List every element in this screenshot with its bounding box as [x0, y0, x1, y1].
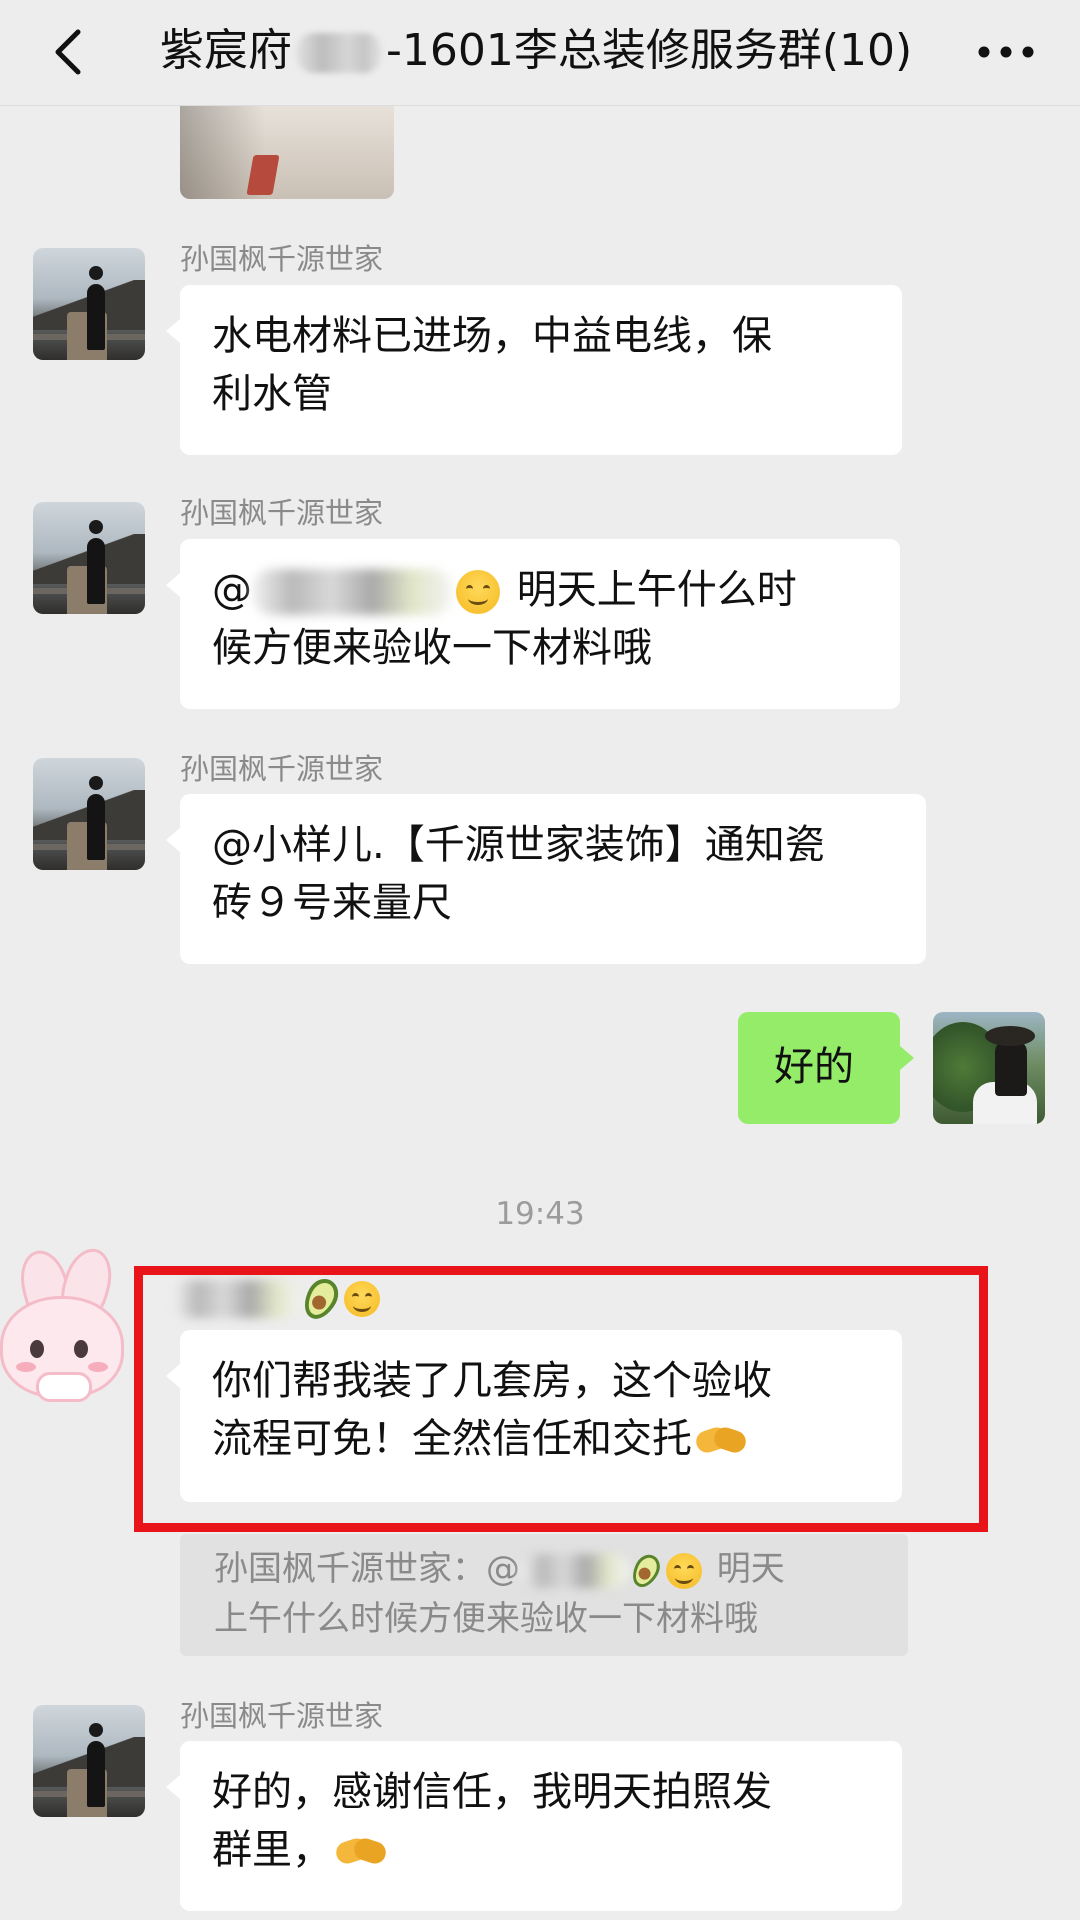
- chat-title: 紫宸府 -1601李总装修服务群(10): [160, 18, 920, 84]
- bunny-eye: [74, 1340, 88, 1358]
- message-bubble[interactable]: 你们帮我装了几套房，这个验收 流程可免！全然信任和交托: [166, 1330, 902, 1502]
- avocado-emoji-icon: [627, 1549, 665, 1592]
- quote-line: 上午什么时候方便来验收一下材料哦: [214, 1599, 758, 1639]
- avatar-person: [87, 794, 105, 860]
- redacted-blur: [520, 1553, 630, 1588]
- avatar[interactable]: [33, 758, 145, 870]
- bunny-eye: [30, 1340, 44, 1358]
- smile-emoji-icon: [456, 570, 500, 614]
- sender-name: 孙国枫千源世家: [180, 242, 384, 276]
- image-shadow: [180, 95, 394, 199]
- quote-line: 孙国枫千源世家：@ 明天: [214, 1544, 884, 1594]
- message-text: 流程可免！全然信任和交托: [212, 1416, 692, 1462]
- handshake-emoji-icon: [693, 1423, 749, 1459]
- smile-emoji-icon: [344, 1281, 380, 1317]
- message-line: @ 明天上午什么时: [212, 561, 870, 619]
- sender-name: 孙国枫千源世家: [180, 752, 384, 786]
- message-bubble[interactable]: 水电材料已进场，中益电线，保 利水管: [166, 285, 902, 455]
- chat-header: 紫宸府 -1601李总装修服务群(10): [0, 0, 1080, 106]
- quote-text: 孙国枫千源世家：@: [214, 1549, 520, 1589]
- bunny-cheek: [88, 1362, 108, 1372]
- message-line: @小样儿.【千源世家装饰】通知瓷: [212, 822, 825, 868]
- message-bubble[interactable]: @小样儿.【千源世家装饰】通知瓷 砖９号来量尺: [166, 794, 926, 964]
- message-line: 你们帮我装了几套房，这个验收: [212, 1358, 772, 1404]
- message-bubble[interactable]: @ 明天上午什么时 候方便来验收一下材料哦: [166, 539, 900, 709]
- avatar-head: [89, 266, 103, 280]
- avatar-person: [87, 284, 105, 350]
- image-message[interactable]: [180, 95, 394, 199]
- message-text: 群里，: [212, 1827, 332, 1873]
- avatar-person: [87, 1741, 105, 1807]
- redacted-blur: [296, 33, 382, 73]
- message-line: 流程可免！全然信任和交托: [212, 1410, 872, 1468]
- chat-title-suffix: -1601李总装修服务群(10): [386, 25, 913, 76]
- message-line: 好的，感谢信任，我明天拍照发: [212, 1769, 772, 1815]
- avatar[interactable]: [0, 1243, 124, 1402]
- more-horizontal-icon[interactable]: [970, 28, 1042, 76]
- redacted-blur: [172, 1280, 302, 1318]
- bunny-cheek: [16, 1362, 36, 1372]
- avatar-hat: [985, 1026, 1035, 1046]
- quoted-message[interactable]: 孙国枫千源世家：@ 明天 上午什么时候方便来验收一下材料哦: [180, 1534, 908, 1656]
- sender-name: [172, 1273, 384, 1325]
- sender-name: 孙国枫千源世家: [180, 1699, 384, 1733]
- timestamp: 19:43: [495, 1196, 585, 1232]
- avatar[interactable]: [33, 248, 145, 360]
- chevron-left-icon[interactable]: [44, 24, 100, 80]
- avatar[interactable]: [33, 502, 145, 614]
- message-line: 群里，: [212, 1821, 872, 1879]
- message-line: 好的: [774, 1044, 854, 1090]
- sender-name: 孙国枫千源世家: [180, 496, 384, 530]
- avatar-head: [89, 1723, 103, 1737]
- avatar-hair: [995, 1040, 1027, 1096]
- redacted-blur: [252, 569, 452, 615]
- smile-emoji-icon: [666, 1552, 702, 1589]
- message-line: 候方便来验收一下材料哦: [212, 625, 652, 671]
- bunny-paw: [36, 1372, 92, 1402]
- avatar-person: [87, 538, 105, 604]
- handshake-emoji-icon: [333, 1834, 389, 1870]
- avatar-head: [89, 520, 103, 534]
- quote-text: 明天: [706, 1549, 785, 1589]
- avatar[interactable]: [33, 1705, 145, 1817]
- self-message-bubble[interactable]: 好的: [738, 1012, 914, 1124]
- self-avatar[interactable]: [933, 1012, 1045, 1124]
- chat-screen: 紫宸府 -1601李总装修服务群(10) 孙国枫千源世家 水电材料已进场，中益电线…: [0, 0, 1080, 1920]
- message-line: 利水管: [212, 371, 332, 417]
- mention-at: @: [212, 567, 252, 613]
- chat-title-prefix: 紫宸府: [160, 25, 292, 76]
- message-bubble[interactable]: 好的，感谢信任，我明天拍照发 群里，: [166, 1741, 902, 1911]
- avatar-head: [89, 776, 103, 790]
- message-text: 明天上午什么时: [504, 567, 797, 613]
- message-line: 水电材料已进场，中益电线，保: [212, 313, 772, 359]
- avocado-emoji-icon: [297, 1273, 345, 1325]
- message-line: 砖９号来量尺: [212, 880, 452, 926]
